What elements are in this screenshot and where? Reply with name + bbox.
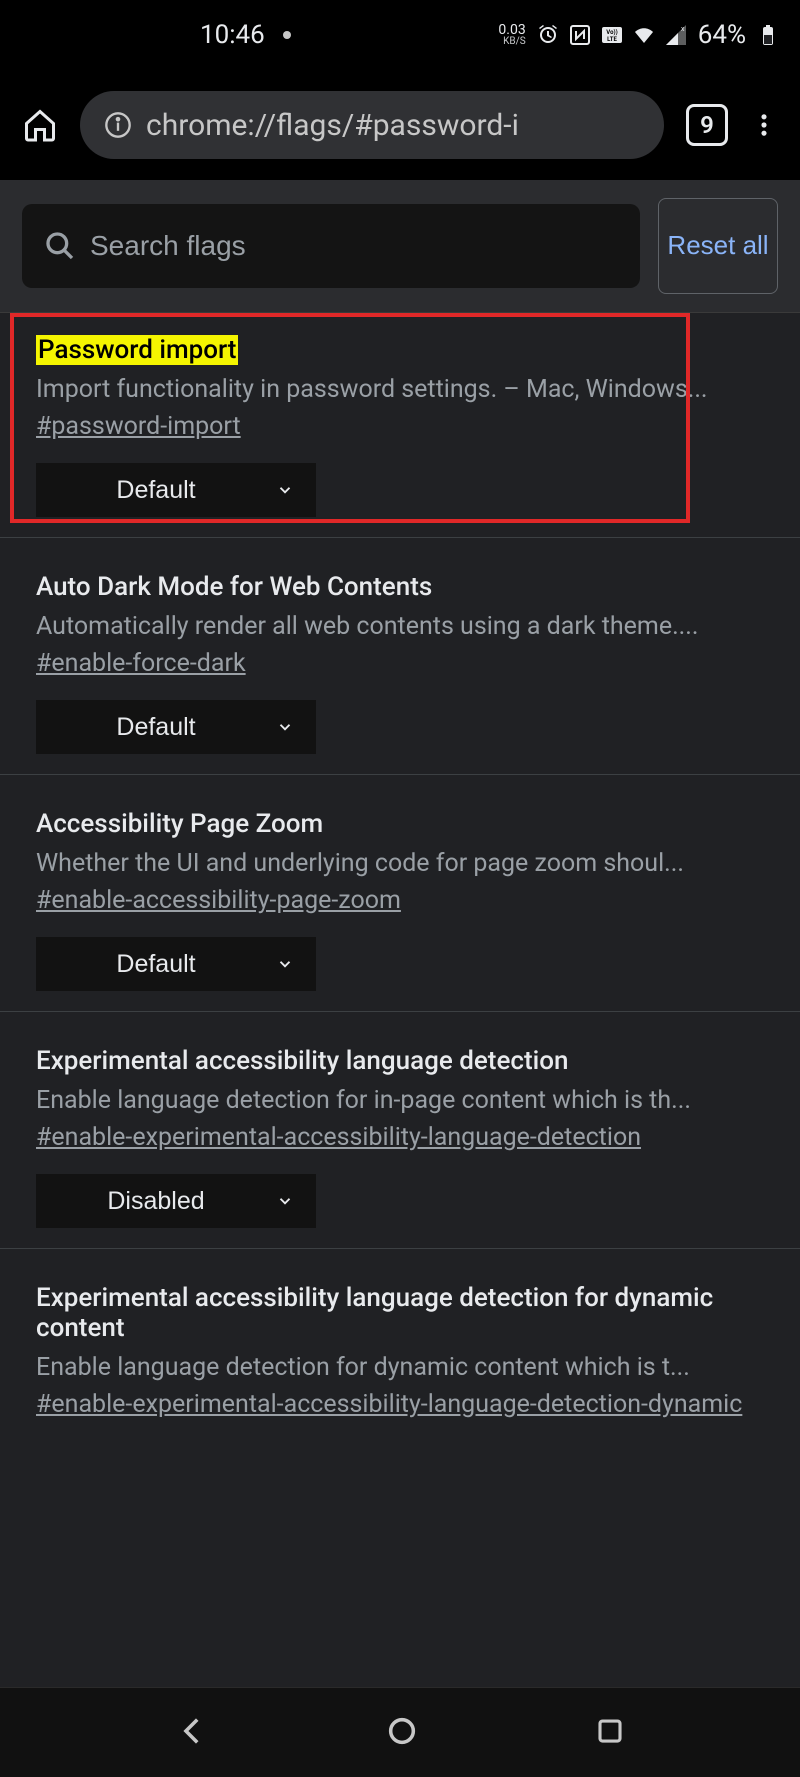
flag-accessibility-page-zoom: Accessibility Page Zoom Whether the UI a… [0, 785, 800, 1012]
flag-experimental-a11y-lang-detection: Experimental accessibility language dete… [0, 1022, 800, 1249]
flag-password-import: Password import Import functionality in … [0, 313, 800, 538]
flags-search-row: Reset all [0, 180, 800, 313]
flag-description: Import functionality in password setting… [36, 375, 764, 404]
chevron-down-icon [276, 481, 294, 499]
menu-icon[interactable] [750, 111, 778, 139]
flag-auto-dark-mode: Auto Dark Mode for Web Contents Automati… [0, 548, 800, 775]
flag-title: Password import [36, 335, 764, 365]
flag-state-dropdown[interactable]: Disabled [36, 1174, 316, 1228]
flag-experimental-a11y-lang-detection-dynamic: Experimental accessibility language dete… [0, 1259, 800, 1461]
svg-text:LTE: LTE [607, 36, 617, 43]
system-nav-bar [0, 1687, 800, 1777]
home-icon[interactable] [22, 107, 58, 143]
chevron-down-icon [276, 1192, 294, 1210]
search-icon [44, 230, 76, 262]
status-time: 10:46 [200, 20, 265, 50]
browser-toolbar: chrome://flags/#password-i 9 [0, 70, 800, 180]
flag-title: Auto Dark Mode for Web Contents [36, 572, 764, 602]
omnibox-url: chrome://flags/#password-i [146, 108, 519, 143]
home-nav-icon[interactable] [385, 1714, 419, 1752]
svg-text:x: x [681, 25, 685, 33]
flag-hash-link[interactable]: #password-import [36, 412, 241, 441]
volte-icon: Vo))LTE [600, 23, 624, 47]
flag-description: Enable language detection for in-page co… [36, 1086, 764, 1115]
alarm-icon [536, 23, 560, 47]
status-dot-icon [283, 31, 291, 39]
info-icon [104, 111, 132, 139]
recents-icon[interactable] [595, 1716, 625, 1750]
flag-hash-link[interactable]: #enable-accessibility-page-zoom [36, 886, 401, 915]
flag-hash-link[interactable]: #enable-experimental-accessibility-langu… [36, 1390, 742, 1419]
signal-icon: x [664, 23, 688, 47]
status-network-speed: 0.03 KB/S [498, 23, 525, 47]
nfc-icon [568, 23, 592, 47]
flag-title: Experimental accessibility language dete… [36, 1283, 764, 1343]
status-bar: 10:46 0.03 KB/S Vo))LTE x 64% [0, 0, 800, 70]
flag-hash-link[interactable]: #enable-force-dark [36, 649, 246, 678]
omnibox[interactable]: chrome://flags/#password-i [80, 91, 664, 159]
search-flags-box[interactable] [22, 204, 640, 288]
tab-switcher-button[interactable]: 9 [686, 104, 728, 146]
flag-title: Accessibility Page Zoom [36, 809, 764, 839]
flag-description: Enable language detection for dynamic co… [36, 1353, 764, 1382]
back-icon[interactable] [176, 1714, 210, 1752]
chevron-down-icon [276, 955, 294, 973]
svg-text:Vo)): Vo)) [606, 29, 617, 36]
battery-icon [756, 23, 780, 47]
flag-title: Experimental accessibility language dete… [36, 1046, 764, 1076]
reset-all-button[interactable]: Reset all [658, 198, 778, 294]
status-battery-percent: 64% [698, 20, 746, 50]
flags-list: Password import Import functionality in … [0, 313, 800, 1461]
flag-state-dropdown[interactable]: Default [36, 700, 316, 754]
flag-hash-link[interactable]: #enable-experimental-accessibility-langu… [36, 1123, 641, 1152]
search-flags-input[interactable] [90, 230, 618, 262]
wifi-icon [632, 23, 656, 47]
flag-state-dropdown[interactable]: Default [36, 937, 316, 991]
flag-state-dropdown[interactable]: Default [36, 463, 316, 517]
flag-description: Whether the UI and underlying code for p… [36, 849, 764, 878]
chevron-down-icon [276, 718, 294, 736]
flag-description: Automatically render all web contents us… [36, 612, 764, 641]
